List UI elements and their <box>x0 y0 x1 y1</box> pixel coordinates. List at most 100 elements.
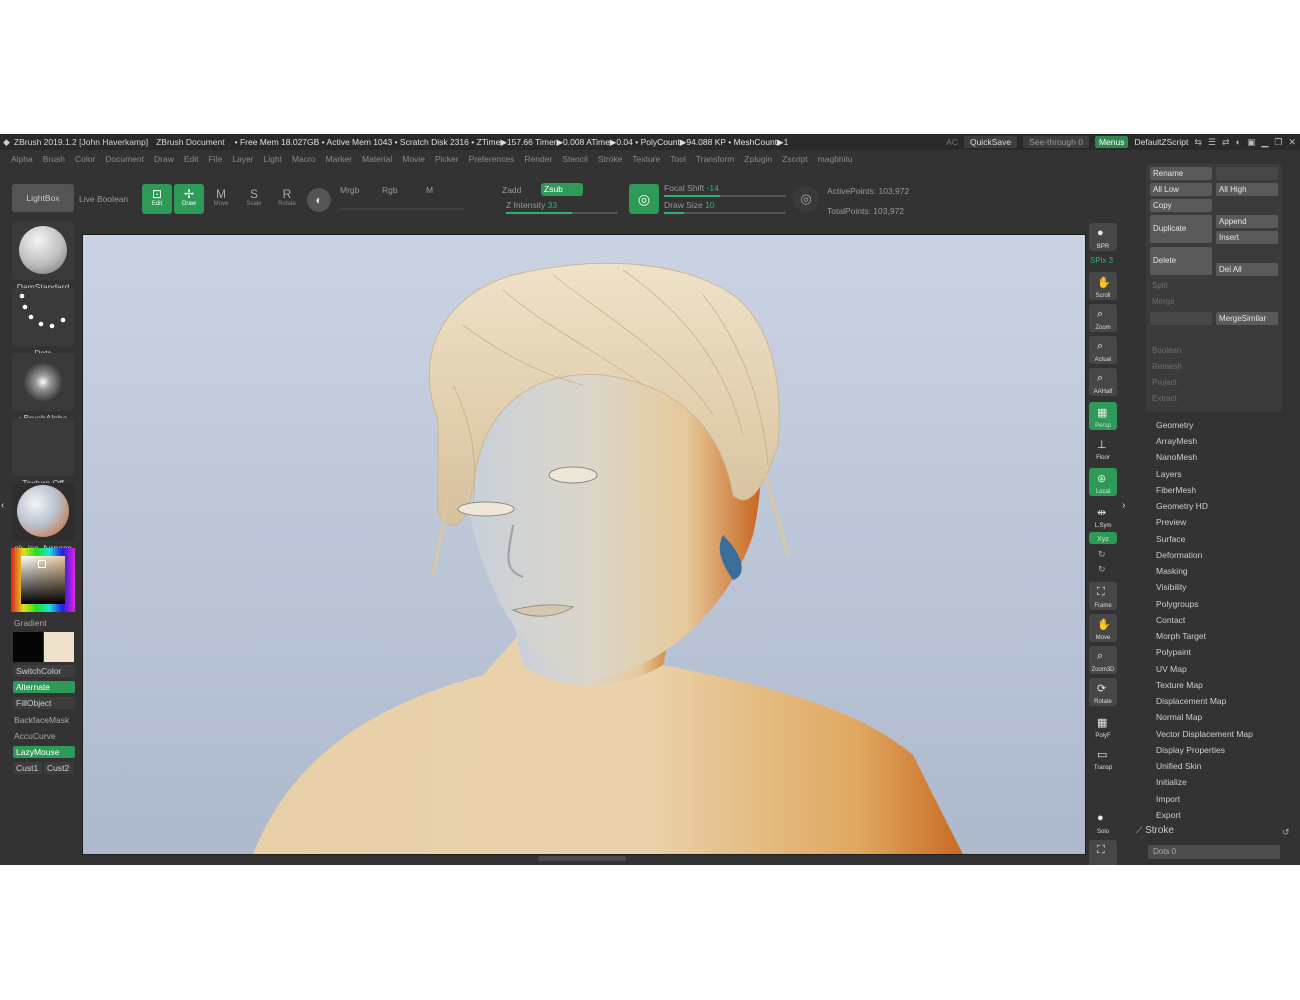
menu-preferences[interactable]: Preferences <box>464 154 520 164</box>
tool-menu-geometry[interactable]: Geometry <box>1156 420 1193 430</box>
lock-icon[interactable]: ▣ <box>1247 137 1256 148</box>
tool-menu-uv-map[interactable]: UV Map <box>1156 664 1187 674</box>
zoom3d-button[interactable]: ⌕ Zoom3D <box>1089 646 1117 674</box>
menu-draw[interactable]: Draw <box>149 154 179 164</box>
viewport-bottom-handle[interactable] <box>538 856 626 861</box>
tool-menu-normal-map[interactable]: Normal Map <box>1156 712 1202 722</box>
move-mode-button[interactable]: M Move <box>207 184 235 214</box>
rotate-z-icon[interactable]: ↻ <box>1098 564 1106 575</box>
tool-menu-import[interactable]: Import <box>1156 794 1180 804</box>
draw-mode-button[interactable]: ✢ Draw <box>174 184 204 214</box>
tool-menu-geometry-hd[interactable]: Geometry HD <box>1156 501 1208 511</box>
maximize-icon[interactable]: ❐ <box>1274 137 1282 148</box>
rgb-intensity-slider[interactable] <box>340 208 464 210</box>
alternate-button[interactable]: Alternate <box>13 681 75 693</box>
fill-object-button[interactable]: FillObject <box>13 697 75 709</box>
floor-button[interactable]: ⊥ Floor <box>1089 434 1117 462</box>
delete-button[interactable]: Delete <box>1150 247 1212 275</box>
sculptris-pro-button[interactable]: ◐ <box>307 188 331 212</box>
m-toggle[interactable]: M <box>426 185 433 195</box>
menu-document[interactable]: Document <box>100 154 149 164</box>
all-high-button[interactable]: All High <box>1216 183 1278 196</box>
color-picker[interactable] <box>11 548 75 612</box>
rename-button[interactable]: Rename <box>1150 167 1212 180</box>
tool-menu-deformation[interactable]: Deformation <box>1156 550 1202 560</box>
split-section[interactable]: Split <box>1152 281 1168 290</box>
rotate-view-button[interactable]: ⟳ Rotate <box>1089 678 1117 706</box>
backface-mask-toggle[interactable]: BackfaceMask <box>14 715 69 725</box>
tool-menu-surface[interactable]: Surface <box>1156 534 1185 544</box>
mrgb-toggle[interactable]: Mrgb <box>340 185 359 195</box>
menu-stroke[interactable]: Stroke <box>593 154 628 164</box>
main-color-swatch[interactable] <box>13 632 43 662</box>
menu-transform[interactable]: Transform <box>691 154 739 164</box>
stroke-palette-header[interactable]: ⟋ Stroke <box>1136 825 1174 836</box>
edit-mode-button[interactable]: ⊡ Edit <box>142 184 172 214</box>
menu-light[interactable]: Light <box>259 154 287 164</box>
lightbox-button[interactable]: LightBox <box>12 184 74 212</box>
draw-size-slider[interactable] <box>664 212 786 214</box>
bpr-button[interactable]: ● BPR <box>1089 223 1117 251</box>
tool-menu-visibility[interactable]: Visibility <box>1156 582 1187 592</box>
zoom-button[interactable]: ⌕ Zoom <box>1089 304 1117 332</box>
merge-section[interactable]: Merge <box>1152 297 1175 306</box>
see-through-slider[interactable]: See-through 0 <box>1023 136 1089 148</box>
tool-menu-vector-displacement-map[interactable]: Vector Displacement Map <box>1156 729 1253 739</box>
minimize-icon[interactable]: ▁ <box>1261 137 1268 148</box>
tool-menu-contact[interactable]: Contact <box>1156 615 1185 625</box>
rotate-mode-button[interactable]: R Rotate <box>273 184 301 214</box>
layout-switch-icon[interactable]: ⇄ <box>1222 137 1230 148</box>
persp-button[interactable]: ▦ Persp <box>1089 402 1117 430</box>
zsub-toggle[interactable]: Zsub <box>541 183 583 196</box>
tool-menu-unified-skin[interactable]: Unified Skin <box>1156 761 1201 771</box>
move-view-button[interactable]: ✋ Move <box>1089 614 1117 642</box>
tool-menu-layers[interactable]: Layers <box>1156 469 1182 479</box>
tool-menu-displacement-map[interactable]: Displacement Map <box>1156 696 1226 706</box>
brush-settings-button[interactable]: ◎ <box>629 184 659 214</box>
menus-toggle[interactable]: Menus <box>1094 136 1129 148</box>
actual-button[interactable]: ⌕ Actual <box>1089 336 1117 364</box>
solo-button[interactable]: ● Solo <box>1089 808 1117 836</box>
tool-menu-nanomesh[interactable]: NanoMesh <box>1156 452 1197 462</box>
menu-magbhitu[interactable]: magbhitu <box>813 154 858 164</box>
zadd-toggle[interactable]: Zadd <box>502 185 521 195</box>
insert-button[interactable]: Insert <box>1216 231 1278 244</box>
spix-value[interactable]: SPix 3 <box>1090 256 1113 265</box>
menu-texture[interactable]: Texture <box>627 154 665 164</box>
menu-layer[interactable]: Layer <box>227 154 258 164</box>
fit-view-button[interactable]: ⛶ <box>1089 840 1117 865</box>
aahalf-button[interactable]: ⌕ AAHalf <box>1089 368 1117 396</box>
panels-icon[interactable]: ☰ <box>1208 137 1216 148</box>
merge-similar-button[interactable]: MergeSimilar <box>1216 312 1278 325</box>
left-tray-handle-icon[interactable]: ‹ <box>1 500 4 511</box>
copy-button[interactable]: Copy <box>1150 199 1212 212</box>
lazymouse-button[interactable]: LazyMouse <box>13 746 75 758</box>
canvas-viewport[interactable] <box>82 234 1086 855</box>
xyz-button[interactable]: Xyz <box>1089 532 1117 544</box>
scale-mode-button[interactable]: S Scale <box>240 184 268 214</box>
tool-menu-export[interactable]: Export <box>1156 810 1181 820</box>
tool-menu-polypaint[interactable]: Polypaint <box>1156 647 1191 657</box>
del-all-button[interactable]: Del All <box>1216 263 1278 276</box>
transp-button[interactable]: ▭ Transp <box>1089 744 1117 772</box>
menu-zscript[interactable]: Zscript <box>777 154 813 164</box>
tool-menu-arraymesh[interactable]: ArrayMesh <box>1156 436 1197 446</box>
menu-brush[interactable]: Brush <box>38 154 70 164</box>
texture-selector[interactable]: Texture Off <box>12 418 74 488</box>
rgb-toggle[interactable]: Rgb <box>382 185 398 195</box>
project-section[interactable]: Project <box>1152 378 1177 387</box>
cust1-button[interactable]: Cust1 <box>13 762 42 774</box>
merge-down-button[interactable] <box>1150 312 1212 325</box>
all-low-button[interactable]: All Low <box>1150 183 1212 196</box>
menu-picker[interactable]: Picker <box>430 154 464 164</box>
menu-edit[interactable]: Edit <box>179 154 204 164</box>
stroke-reset-icon[interactable]: ↺ <box>1282 827 1290 838</box>
remesh-section[interactable]: Remesh <box>1152 362 1182 371</box>
z-intensity-slider[interactable] <box>506 212 618 214</box>
brush-selector[interactable]: DamStandard <box>12 222 74 292</box>
rename-field[interactable] <box>1216 167 1278 180</box>
extract-section[interactable]: Extract <box>1152 394 1177 403</box>
close-icon[interactable]: ✕ <box>1288 137 1296 148</box>
dynamic-size-button[interactable]: ◎ <box>793 186 819 212</box>
color-switch-icon[interactable]: ◐ <box>1236 137 1241 147</box>
